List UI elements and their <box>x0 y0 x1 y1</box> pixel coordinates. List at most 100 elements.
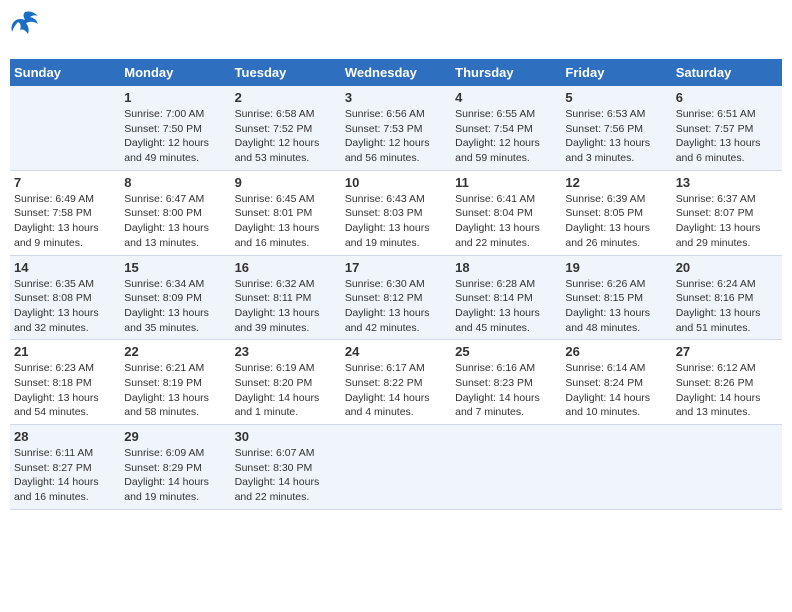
day-info: Sunrise: 6:47 AMSunset: 8:00 PMDaylight:… <box>124 192 226 251</box>
day-number: 24 <box>345 344 447 359</box>
calendar-week-3: 14 Sunrise: 6:35 AMSunset: 8:08 PMDayligh… <box>10 255 782 340</box>
day-number: 8 <box>124 175 226 190</box>
day-info: Sunrise: 6:45 AMSunset: 8:01 PMDaylight:… <box>235 192 337 251</box>
day-number: 3 <box>345 90 447 105</box>
day-info: Sunrise: 6:17 AMSunset: 8:22 PMDaylight:… <box>345 361 447 420</box>
day-number: 29 <box>124 429 226 444</box>
calendar-cell: 4 Sunrise: 6:55 AMSunset: 7:54 PMDaylight… <box>451 86 561 170</box>
calendar-body: 1 Sunrise: 7:00 AMSunset: 7:50 PMDaylight… <box>10 86 782 509</box>
header-row: SundayMondayTuesdayWednesdayThursdayFrid… <box>10 59 782 86</box>
day-info: Sunrise: 6:49 AMSunset: 7:58 PMDaylight:… <box>14 192 116 251</box>
calendar-cell: 5 Sunrise: 6:53 AMSunset: 7:56 PMDaylight… <box>561 86 671 170</box>
calendar-cell: 30Sunrise: 6:07 AMSunset: 8:30 PMDayligh… <box>231 425 341 510</box>
calendar-cell <box>672 425 782 510</box>
day-info: Sunrise: 6:19 AMSunset: 8:20 PMDaylight:… <box>235 361 337 420</box>
header-day-tuesday: Tuesday <box>231 59 341 86</box>
calendar-week-1: 1 Sunrise: 7:00 AMSunset: 7:50 PMDaylight… <box>10 86 782 170</box>
day-number: 2 <box>235 90 337 105</box>
day-number: 15 <box>124 260 226 275</box>
day-info: Sunrise: 6:23 AMSunset: 8:18 PMDaylight:… <box>14 361 116 420</box>
header-day-sunday: Sunday <box>10 59 120 86</box>
calendar-cell: 25Sunrise: 6:16 AMSunset: 8:23 PMDayligh… <box>451 340 561 425</box>
day-number: 16 <box>235 260 337 275</box>
day-info: Sunrise: 6:24 AMSunset: 8:16 PMDaylight:… <box>676 277 778 336</box>
calendar-cell <box>341 425 451 510</box>
calendar-cell: 28 Sunrise: 6:11 AMSunset: 8:27 PMDayligh… <box>10 425 120 510</box>
day-info: Sunrise: 6:14 AMSunset: 8:24 PMDaylight:… <box>565 361 667 420</box>
day-info: Sunrise: 6:39 AMSunset: 8:05 PMDaylight:… <box>565 192 667 251</box>
day-info: Sunrise: 6:35 AMSunset: 8:08 PMDaylight:… <box>14 277 116 336</box>
header-day-saturday: Saturday <box>672 59 782 86</box>
calendar-week-5: 28 Sunrise: 6:11 AMSunset: 8:27 PMDayligh… <box>10 425 782 510</box>
day-info: Sunrise: 6:55 AMSunset: 7:54 PMDaylight:… <box>455 107 557 166</box>
day-info: Sunrise: 6:07 AMSunset: 8:30 PMDaylight:… <box>235 446 337 505</box>
day-number: 10 <box>345 175 447 190</box>
day-number: 1 <box>124 90 226 105</box>
day-number: 14 <box>14 260 116 275</box>
day-number: 12 <box>565 175 667 190</box>
calendar-cell: 29 Sunrise: 6:09 AMSunset: 8:29 PMDayligh… <box>120 425 230 510</box>
calendar-cell: 27Sunrise: 6:12 AMSunset: 8:26 PMDayligh… <box>672 340 782 425</box>
calendar-cell: 12 Sunrise: 6:39 AMSunset: 8:05 PMDayligh… <box>561 170 671 255</box>
day-number: 22 <box>124 344 226 359</box>
day-info: Sunrise: 6:09 AMSunset: 8:29 PMDaylight:… <box>124 446 226 505</box>
day-number: 28 <box>14 429 116 444</box>
calendar-cell: 9Sunrise: 6:45 AMSunset: 8:01 PMDaylight… <box>231 170 341 255</box>
calendar-cell: 19 Sunrise: 6:26 AMSunset: 8:15 PMDayligh… <box>561 255 671 340</box>
day-info: Sunrise: 6:58 AMSunset: 7:52 PMDaylight:… <box>235 107 337 166</box>
day-number: 7 <box>14 175 116 190</box>
calendar-cell <box>451 425 561 510</box>
calendar-table: SundayMondayTuesdayWednesdayThursdayFrid… <box>10 59 782 510</box>
calendar-cell <box>10 86 120 170</box>
header <box>10 10 782 51</box>
header-day-thursday: Thursday <box>451 59 561 86</box>
day-info: Sunrise: 6:53 AMSunset: 7:56 PMDaylight:… <box>565 107 667 166</box>
day-info: Sunrise: 6:34 AMSunset: 8:09 PMDaylight:… <box>124 277 226 336</box>
calendar-cell: 23 Sunrise: 6:19 AMSunset: 8:20 PMDayligh… <box>231 340 341 425</box>
day-number: 19 <box>565 260 667 275</box>
day-info: Sunrise: 6:30 AMSunset: 8:12 PMDaylight:… <box>345 277 447 336</box>
day-info: Sunrise: 6:16 AMSunset: 8:23 PMDaylight:… <box>455 361 557 420</box>
day-number: 21 <box>14 344 116 359</box>
calendar-cell: 3 Sunrise: 6:56 AMSunset: 7:53 PMDaylight… <box>341 86 451 170</box>
header-day-monday: Monday <box>120 59 230 86</box>
day-number: 27 <box>676 344 778 359</box>
day-info: Sunrise: 6:32 AMSunset: 8:11 PMDaylight:… <box>235 277 337 336</box>
day-number: 4 <box>455 90 557 105</box>
calendar-cell: 26 Sunrise: 6:14 AMSunset: 8:24 PMDayligh… <box>561 340 671 425</box>
day-number: 11 <box>455 175 557 190</box>
day-info: Sunrise: 7:00 AMSunset: 7:50 PMDaylight:… <box>124 107 226 166</box>
calendar-cell: 17 Sunrise: 6:30 AMSunset: 8:12 PMDayligh… <box>341 255 451 340</box>
calendar-cell: 6Sunrise: 6:51 AMSunset: 7:57 PMDaylight… <box>672 86 782 170</box>
day-number: 26 <box>565 344 667 359</box>
calendar-cell: 21 Sunrise: 6:23 AMSunset: 8:18 PMDayligh… <box>10 340 120 425</box>
calendar-cell: 22 Sunrise: 6:21 AMSunset: 8:19 PMDayligh… <box>120 340 230 425</box>
calendar-cell: 10 Sunrise: 6:43 AMSunset: 8:03 PMDayligh… <box>341 170 451 255</box>
day-number: 13 <box>676 175 778 190</box>
calendar-cell: 15 Sunrise: 6:34 AMSunset: 8:09 PMDayligh… <box>120 255 230 340</box>
calendar-cell: 20Sunrise: 6:24 AMSunset: 8:16 PMDayligh… <box>672 255 782 340</box>
day-info: Sunrise: 6:28 AMSunset: 8:14 PMDaylight:… <box>455 277 557 336</box>
day-number: 23 <box>235 344 337 359</box>
day-info: Sunrise: 6:56 AMSunset: 7:53 PMDaylight:… <box>345 107 447 166</box>
calendar-cell: 18Sunrise: 6:28 AMSunset: 8:14 PMDayligh… <box>451 255 561 340</box>
calendar-header: SundayMondayTuesdayWednesdayThursdayFrid… <box>10 59 782 86</box>
day-info: Sunrise: 6:11 AMSunset: 8:27 PMDaylight:… <box>14 446 116 505</box>
day-number: 17 <box>345 260 447 275</box>
calendar-cell: 14 Sunrise: 6:35 AMSunset: 8:08 PMDayligh… <box>10 255 120 340</box>
day-info: Sunrise: 6:43 AMSunset: 8:03 PMDaylight:… <box>345 192 447 251</box>
calendar-cell: 8 Sunrise: 6:47 AMSunset: 8:00 PMDaylight… <box>120 170 230 255</box>
day-info: Sunrise: 6:21 AMSunset: 8:19 PMDaylight:… <box>124 361 226 420</box>
calendar-week-2: 7 Sunrise: 6:49 AMSunset: 7:58 PMDaylight… <box>10 170 782 255</box>
calendar-cell: 2 Sunrise: 6:58 AMSunset: 7:52 PMDaylight… <box>231 86 341 170</box>
day-number: 5 <box>565 90 667 105</box>
calendar-cell: 13 Sunrise: 6:37 AMSunset: 8:07 PMDayligh… <box>672 170 782 255</box>
day-info: Sunrise: 6:26 AMSunset: 8:15 PMDaylight:… <box>565 277 667 336</box>
day-number: 6 <box>676 90 778 105</box>
header-day-friday: Friday <box>561 59 671 86</box>
calendar-cell: 24 Sunrise: 6:17 AMSunset: 8:22 PMDayligh… <box>341 340 451 425</box>
day-info: Sunrise: 6:37 AMSunset: 8:07 PMDaylight:… <box>676 192 778 251</box>
calendar-week-4: 21 Sunrise: 6:23 AMSunset: 8:18 PMDayligh… <box>10 340 782 425</box>
logo-bird-icon <box>10 10 40 46</box>
calendar-cell: 7 Sunrise: 6:49 AMSunset: 7:58 PMDaylight… <box>10 170 120 255</box>
